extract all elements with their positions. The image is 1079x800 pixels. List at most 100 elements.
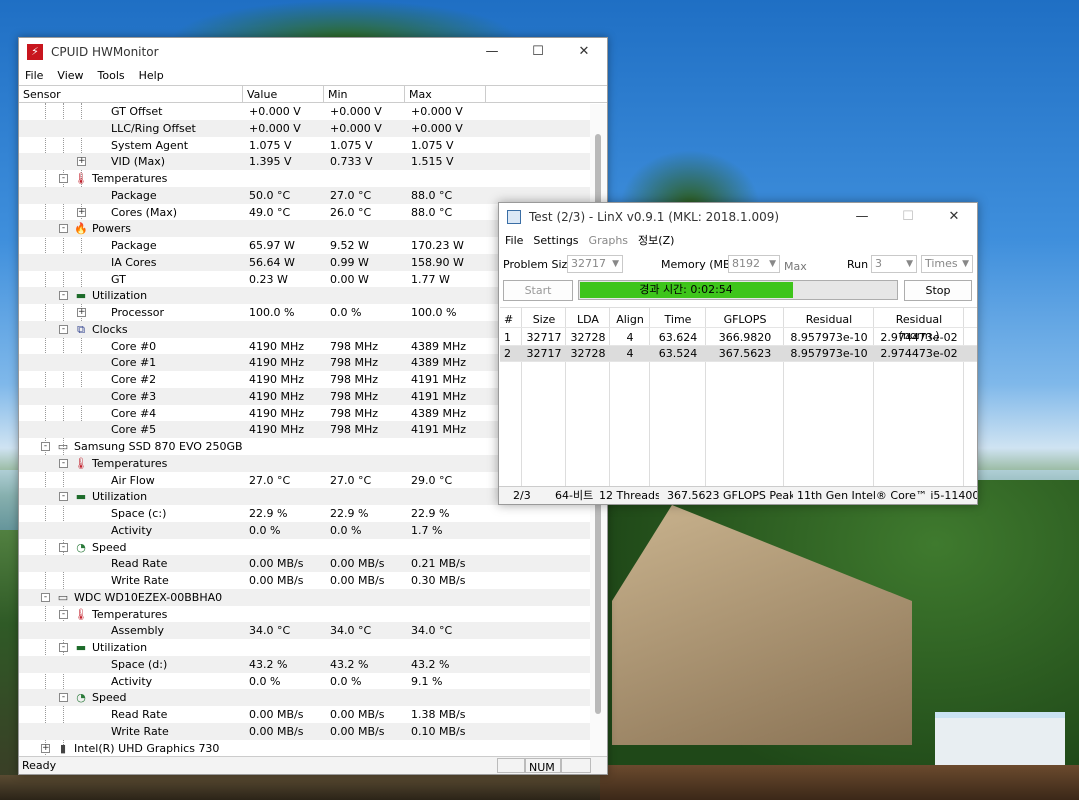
collapse-icon[interactable]: - xyxy=(59,609,68,619)
menu-file[interactable]: File xyxy=(505,234,523,247)
expand-icon[interactable]: + xyxy=(77,207,86,217)
sensor-value: 4190 MHz xyxy=(249,423,305,437)
sensor-row[interactable]: LLC/Ring Offset +0.000 V +0.000 V +0.000 V xyxy=(19,119,591,137)
table-row[interactable]: 1 32717 32728 4 63.624 366.9820 8.957973e-10 2.… xyxy=(500,330,977,346)
sensor-max: 1.075 V xyxy=(411,138,454,152)
collapse-icon[interactable]: - xyxy=(59,542,68,552)
hwmonitor-titlebar[interactable]: ⚡ CPUID HWMonitor — ☐ ✕ xyxy=(19,38,607,66)
collapse-icon[interactable]: - xyxy=(41,442,50,451)
sensor-max: 0.10 MB/s xyxy=(411,724,466,738)
memory-combo[interactable]: 8192 ▼ xyxy=(728,255,780,273)
minimize-button[interactable]: — xyxy=(469,38,515,66)
sensor-label: Temperatures xyxy=(92,607,168,621)
table-cell: 2.974473e-02 xyxy=(880,331,958,344)
sensor-min: 27.0 °C xyxy=(330,473,372,487)
close-button[interactable]: ✕ xyxy=(931,203,977,231)
chevron-down-icon: ▼ xyxy=(962,259,969,269)
sensor-min: 22.9 % xyxy=(330,507,369,520)
menu-file[interactable]: File xyxy=(25,69,43,82)
maximize-button[interactable]: ☐ xyxy=(515,38,561,66)
sensor-group-row[interactable]: - 🌡 Temperatures xyxy=(19,170,591,187)
status-bar: Ready NUM xyxy=(19,756,607,774)
sensor-row[interactable]: GT Offset +0.000 V +0.000 V +0.000 V xyxy=(19,103,591,120)
status-field: 12 ThreadsAl xyxy=(599,489,659,502)
sensor-row[interactable]: Read Rate 0.00 MB/s 0.00 MB/s 1.38 MB/s xyxy=(19,706,591,723)
table-header-row[interactable]: # Size LDA Align Time GFLOPS Residual Residual … xyxy=(500,312,977,342)
sensor-row[interactable]: Space (c:) 22.9 % 22.9 % 22.9 % xyxy=(19,505,591,522)
sensor-row[interactable]: Activity 0.0 % 0.0 % 9.1 % xyxy=(19,673,591,690)
sensor-label: Temperatures xyxy=(92,172,168,185)
sensor-row[interactable]: Activity 0.0 % 0.0 % 1.7 % xyxy=(19,521,591,539)
linx-app-icon xyxy=(507,210,521,224)
linx-titlebar[interactable]: Test (2/3) - LinX v0.9.1 (MKL: 2018.1.00… xyxy=(499,203,977,231)
collapse-icon[interactable]: - xyxy=(59,693,68,703)
table-row[interactable]: 2 32717 32728 4 63.524 367.5623 8.957973e-10 2.… xyxy=(500,346,977,362)
sensor-label: Air Flow xyxy=(111,473,155,487)
sensor-min: 0.99 W xyxy=(330,255,369,269)
sensor-value: 0.23 W xyxy=(249,272,288,286)
collapse-icon[interactable]: - xyxy=(41,592,50,602)
collapse-icon[interactable]: - xyxy=(59,224,68,234)
sensor-max: +0.000 V xyxy=(411,121,463,135)
problem-size-combo[interactable]: 32717 ▼ xyxy=(567,255,623,273)
column-min[interactable]: Min xyxy=(324,86,405,102)
menu-help[interactable]: Help xyxy=(139,69,164,82)
sensor-max: 100.0 % xyxy=(411,306,457,319)
sensor-value: 0.00 MB/s xyxy=(249,724,304,738)
sensor-row[interactable]: + VID (Max) 1.395 V 0.733 V 1.515 V xyxy=(19,153,591,171)
sensor-label: Core #4 xyxy=(111,406,157,420)
sensor-label: Package xyxy=(111,239,157,252)
column-value[interactable]: Value xyxy=(243,86,324,102)
table-cell: Size xyxy=(532,313,556,326)
expand-icon[interactable]: + xyxy=(77,308,86,317)
menu-tools[interactable]: Tools xyxy=(98,69,125,82)
sensor-value: 100.0 % xyxy=(249,306,295,319)
table-cell: GFLOPS xyxy=(723,313,767,326)
column-header: Sensor Value Min Max xyxy=(19,85,607,103)
close-button[interactable]: ✕ xyxy=(561,38,607,66)
sensor-group-row[interactable]: - ◔ Speed xyxy=(19,689,591,707)
sensor-label: IA Cores xyxy=(111,255,157,269)
sensor-value: 27.0 °C xyxy=(249,473,291,487)
collapse-icon[interactable]: - xyxy=(59,174,68,183)
column-sensor[interactable]: Sensor xyxy=(19,86,243,102)
sensor-group-row[interactable]: - ▬ Utilization xyxy=(19,639,591,656)
sensor-group-row[interactable]: - ◔ Speed xyxy=(19,539,591,556)
expand-icon[interactable]: + xyxy=(41,743,50,753)
sensor-max: 4191 MHz xyxy=(411,389,467,403)
sensor-max: 4389 MHz xyxy=(411,406,467,420)
expand-icon[interactable]: + xyxy=(77,157,86,167)
table-cell: 1 xyxy=(504,331,511,344)
sensor-label: LLC/Ring Offset xyxy=(111,121,196,135)
sensor-row[interactable]: System Agent 1.075 V 1.075 V 1.075 V xyxy=(19,137,591,154)
sensor-group-row[interactable]: - ▭ WDC WD10EZEX-00BBHA0 xyxy=(19,588,591,606)
sensor-row[interactable]: Write Rate 0.00 MB/s 0.00 MB/s 0.10 MB/s xyxy=(19,722,591,740)
sensor-row[interactable]: Read Rate 0.00 MB/s 0.00 MB/s 0.21 MB/s xyxy=(19,555,591,573)
menu-settings[interactable]: Settings xyxy=(533,234,578,247)
thermometer-icon: 🌡 xyxy=(74,456,88,470)
sensor-max: 1.77 W xyxy=(411,272,450,286)
times-combo[interactable]: Times ▼ xyxy=(921,255,973,273)
sensor-max: 0.21 MB/s xyxy=(411,557,466,571)
sensor-row[interactable]: Assembly 34.0 °C 34.0 °C 34.0 °C xyxy=(19,622,591,640)
collapse-icon[interactable]: - xyxy=(59,643,68,652)
table-cell: LDA xyxy=(577,313,599,326)
sensor-row[interactable]: Write Rate 0.00 MB/s 0.00 MB/s 0.30 MB/s xyxy=(19,572,591,589)
minimize-button[interactable]: — xyxy=(839,203,885,231)
run-combo[interactable]: 3 ▼ xyxy=(871,255,917,273)
chevron-down-icon: ▼ xyxy=(612,259,619,269)
stop-button[interactable]: Stop xyxy=(904,280,972,301)
sensor-group-row[interactable]: + ▮ Intel(R) UHD Graphics 730 xyxy=(19,740,591,757)
collapse-icon[interactable]: - xyxy=(59,324,68,334)
menu-info[interactable]: 정보(Z) xyxy=(638,232,674,248)
collapse-icon[interactable]: - xyxy=(59,492,68,502)
sensor-group-row[interactable]: - 🌡 Temperatures xyxy=(19,606,591,623)
collapse-icon[interactable]: - xyxy=(59,291,68,301)
results-table[interactable]: # Size LDA Align Time GFLOPS Residual Residual … xyxy=(500,307,977,487)
collapse-icon[interactable]: - xyxy=(59,458,68,468)
sensor-row[interactable]: Space (d:) 43.2 % 43.2 % 43.2 % xyxy=(19,655,591,673)
menu-view[interactable]: View xyxy=(57,69,83,82)
clock-wave-icon: ⧉ xyxy=(77,322,85,336)
column-max[interactable]: Max xyxy=(405,86,486,102)
table-cell: 2.974473e-02 xyxy=(880,347,958,360)
